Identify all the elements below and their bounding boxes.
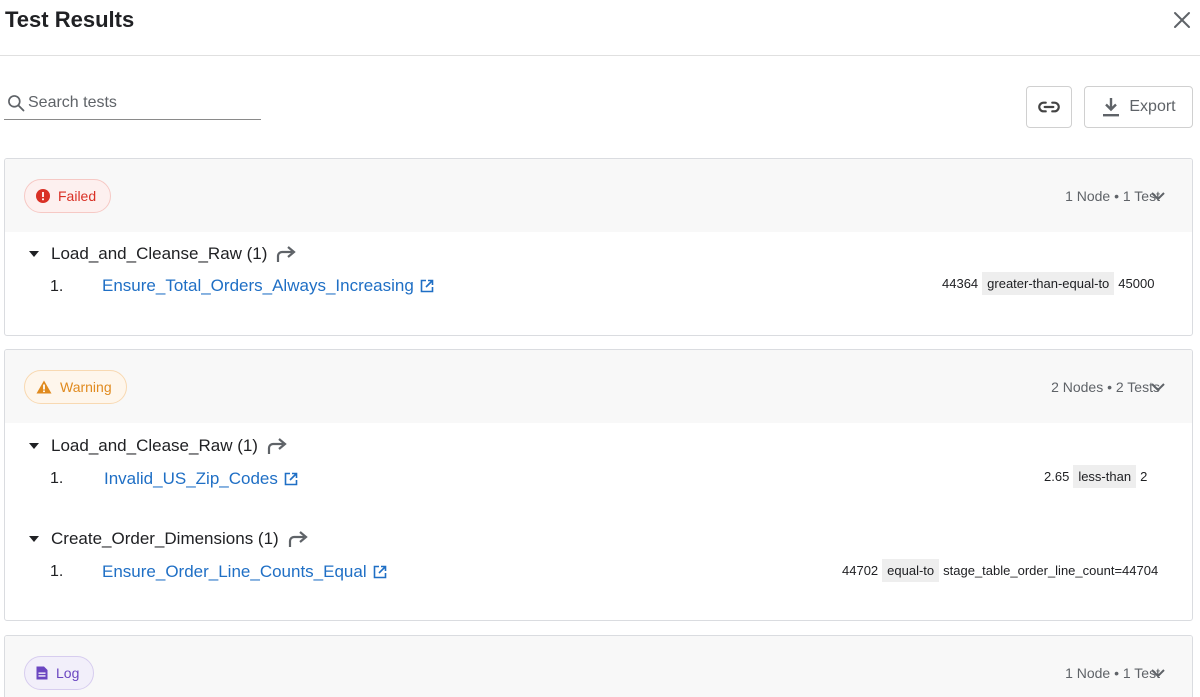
error-icon [36, 189, 50, 203]
log-group: Log 1 Node • 1 Test [4, 635, 1193, 697]
status-label: Warning [60, 379, 112, 395]
failed-group: Failed 1 Node • 1 Test Load_and_Cleanse_… [4, 158, 1193, 336]
node-row: Load_and_Cleanse_Raw (1) [29, 244, 297, 264]
status-label: Log [56, 665, 80, 681]
forward-arrow-icon[interactable] [275, 245, 297, 263]
open-in-new-icon[interactable] [373, 565, 387, 579]
expand-triangle-icon[interactable] [29, 443, 39, 449]
expected-value: stage_table_order_line_count=44704 [943, 563, 1159, 578]
test-link[interactable]: Ensure_Order_Line_Counts_Equal [102, 562, 387, 582]
dialog-header: Test Results [0, 0, 1200, 56]
link-icon [1038, 101, 1060, 113]
open-in-new-icon[interactable] [284, 472, 298, 486]
group-summary: 2 Nodes • 2 Tests [1051, 379, 1160, 395]
chevron-down-icon[interactable] [1150, 188, 1166, 204]
test-name[interactable]: Ensure_Total_Orders_Always_Increasing [102, 276, 414, 296]
expand-triangle-icon[interactable] [29, 536, 39, 542]
forward-arrow-icon[interactable] [266, 437, 288, 455]
node-row: Load_and_Clease_Raw (1) [29, 436, 288, 456]
actual-value: 44702 [842, 563, 879, 578]
warning-group-header[interactable]: Warning 2 Nodes • 2 Tests [5, 350, 1192, 423]
test-comparison: 44364 greater-than-equal-to 45000 [942, 272, 1154, 295]
node-label: Create_Order_Dimensions (1) [51, 529, 279, 548]
open-in-new-icon[interactable] [420, 279, 434, 293]
warning-icon [36, 380, 52, 394]
test-name[interactable]: Invalid_US_Zip_Codes [104, 469, 278, 489]
expected-value: 2 [1140, 469, 1148, 484]
search-box [4, 88, 261, 120]
test-number: 1. [50, 563, 64, 580]
failed-group-header[interactable]: Failed 1 Node • 1 Test [5, 159, 1192, 232]
actual-value: 44364 [942, 276, 979, 291]
status-badge-log: Log [24, 656, 95, 690]
status-badge-failed: Failed [24, 179, 112, 213]
export-button[interactable]: Export [1084, 86, 1193, 128]
node-label: Load_and_Cleanse_Raw (1) [51, 244, 268, 263]
close-icon [1174, 12, 1190, 28]
group-summary: 1 Node • 1 Test [1065, 188, 1160, 204]
chevron-down-icon[interactable] [1150, 665, 1166, 681]
test-name[interactable]: Ensure_Order_Line_Counts_Equal [102, 562, 367, 582]
export-label: Export [1129, 98, 1176, 115]
expected-value: 45000 [1118, 276, 1155, 291]
node-row: Create_Order_Dimensions (1) [29, 529, 309, 549]
group-summary: 1 Node • 1 Test [1065, 665, 1160, 681]
forward-arrow-icon[interactable] [287, 530, 309, 548]
expand-triangle-icon[interactable] [29, 251, 39, 257]
download-icon [1103, 98, 1120, 117]
document-icon [36, 666, 48, 680]
test-comparison: 44702 equal-to stage_table_order_line_co… [842, 559, 1158, 582]
test-number: 1. [50, 278, 64, 295]
log-group-header[interactable]: Log 1 Node • 1 Test [5, 636, 1192, 697]
status-label: Failed [58, 188, 97, 204]
test-link[interactable]: Invalid_US_Zip_Codes [104, 469, 298, 489]
operator-badge: greater-than-equal-to [982, 272, 1115, 295]
status-badge-warning: Warning [24, 370, 127, 404]
close-button[interactable] [1170, 8, 1194, 32]
copy-link-button[interactable] [1026, 86, 1072, 128]
operator-badge: less-than [1073, 465, 1137, 488]
node-label: Load_and_Clease_Raw (1) [51, 436, 258, 455]
test-comparison: 2.65 less-than 2 [1044, 465, 1147, 488]
operator-badge: equal-to [882, 559, 940, 582]
search-icon [8, 95, 25, 112]
search-input[interactable] [28, 90, 256, 116]
actual-value: 2.65 [1044, 469, 1070, 484]
test-link[interactable]: Ensure_Total_Orders_Always_Increasing [102, 276, 434, 296]
test-number: 1. [50, 470, 64, 487]
page-title: Test Results [5, 7, 135, 32]
warning-group: Warning 2 Nodes • 2 Tests Load_and_Cleas… [4, 349, 1193, 621]
chevron-down-icon[interactable] [1150, 379, 1166, 395]
